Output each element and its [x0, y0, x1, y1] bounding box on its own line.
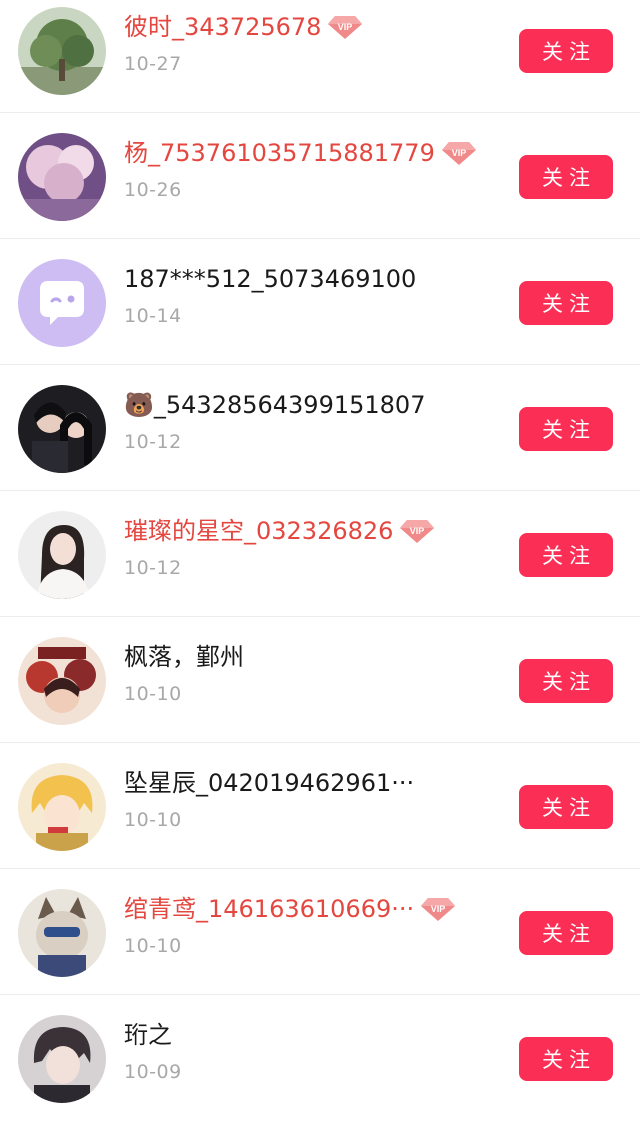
list-item[interactable]: 杨_753761035715881779 VIP 10-26 关注 — [0, 113, 640, 239]
follow-button[interactable]: 关注 — [519, 29, 613, 73]
follow-button[interactable]: 关注 — [519, 407, 613, 451]
user-name[interactable]: 彼时_343725678 VIP — [124, 11, 490, 43]
user-name-text: 珩之 — [124, 1021, 172, 1049]
follow-button[interactable]: 关注 — [519, 281, 613, 325]
list-item[interactable]: 枫落，鄞州 10-10 关注 — [0, 617, 640, 743]
follow-button[interactable]: 关注 — [519, 911, 613, 955]
vip-diamond-icon: VIP — [400, 520, 435, 543]
user-name-text: 彼时_343725678 — [124, 13, 322, 41]
couple-photo-avatar[interactable] — [18, 385, 106, 473]
follow-button[interactable]: 关注 — [519, 155, 613, 199]
user-name[interactable]: 璀璨的星空_032326826 VIP — [124, 515, 490, 547]
tree-photo-avatar[interactable] — [18, 7, 106, 95]
follower-list: 彼时_343725678 VIP 10-27 关注 杨_753761035715… — [0, 0, 640, 1116]
user-name-text: 璀璨的星空_032326826 — [124, 517, 394, 545]
follow-date: 10-14 — [124, 305, 182, 327]
follow-date: 10-27 — [124, 53, 182, 75]
user-name[interactable]: 坠星辰_042019462961··· — [124, 767, 490, 799]
user-name-text: 187***512_5073469100 — [124, 265, 417, 293]
user-name[interactable]: 珩之 — [124, 1019, 490, 1051]
user-name[interactable]: 绾青鸢_146163610669··· VIP — [124, 893, 490, 925]
user-name[interactable]: 187***512_5073469100 — [124, 263, 490, 295]
follow-date: 10-10 — [124, 683, 182, 705]
user-name-text: 🐻_54328564399151807 — [124, 391, 426, 419]
follow-button[interactable]: 关注 — [519, 533, 613, 577]
list-item[interactable]: 彼时_343725678 VIP 10-27 关注 — [0, 0, 640, 113]
vip-diamond-icon: VIP — [421, 898, 456, 921]
user-name-text: 杨_753761035715881779 — [124, 139, 435, 167]
list-item[interactable]: 187***512_5073469100 10-14 关注 — [0, 239, 640, 365]
follow-date: 10-10 — [124, 809, 182, 831]
vip-diamond-icon: VIP — [441, 142, 476, 165]
blossom-photo-avatar[interactable] — [18, 133, 106, 221]
list-item[interactable]: 绾青鸢_146163610669··· VIP 10-10 关注 — [0, 869, 640, 995]
anime-boy-avatar[interactable] — [18, 1015, 106, 1103]
user-name[interactable]: 枫落，鄞州 — [124, 641, 490, 673]
user-name-text: 枫落，鄞州 — [124, 643, 244, 671]
anime-group-avatar[interactable] — [18, 637, 106, 725]
user-name-text: 绾青鸢_146163610669··· — [124, 895, 415, 923]
follow-date: 10-09 — [124, 1061, 182, 1083]
cat-cartoon-avatar[interactable] — [18, 889, 106, 977]
woman-portrait-avatar[interactable] — [18, 511, 106, 599]
list-item[interactable]: 🐻_54328564399151807 10-12 关注 — [0, 365, 640, 491]
vip-diamond-icon: VIP — [328, 16, 363, 39]
follow-date: 10-12 — [124, 557, 182, 579]
svg-text:VIP: VIP — [431, 904, 446, 914]
list-item[interactable]: 璀璨的星空_032326826 VIP 10-12 关注 — [0, 491, 640, 617]
follow-date: 10-26 — [124, 179, 182, 201]
user-name[interactable]: 杨_753761035715881779 VIP — [124, 137, 490, 169]
user-name[interactable]: 🐻_54328564399151807 — [124, 389, 490, 421]
follow-date: 10-12 — [124, 431, 182, 453]
follow-button[interactable]: 关注 — [519, 1037, 613, 1081]
svg-text:VIP: VIP — [452, 148, 467, 158]
anime-blonde-avatar[interactable] — [18, 763, 106, 851]
svg-text:VIP: VIP — [410, 526, 425, 536]
follow-button[interactable]: 关注 — [519, 785, 613, 829]
default-chat-bubble-avatar[interactable] — [18, 259, 106, 347]
follow-button[interactable]: 关注 — [519, 659, 613, 703]
user-name-text: 坠星辰_042019462961··· — [124, 769, 415, 797]
list-item[interactable]: 坠星辰_042019462961··· 10-10 关注 — [0, 743, 640, 869]
svg-text:VIP: VIP — [338, 22, 353, 32]
follow-date: 10-10 — [124, 935, 182, 957]
list-item[interactable]: 珩之 10-09 关注 — [0, 995, 640, 1121]
